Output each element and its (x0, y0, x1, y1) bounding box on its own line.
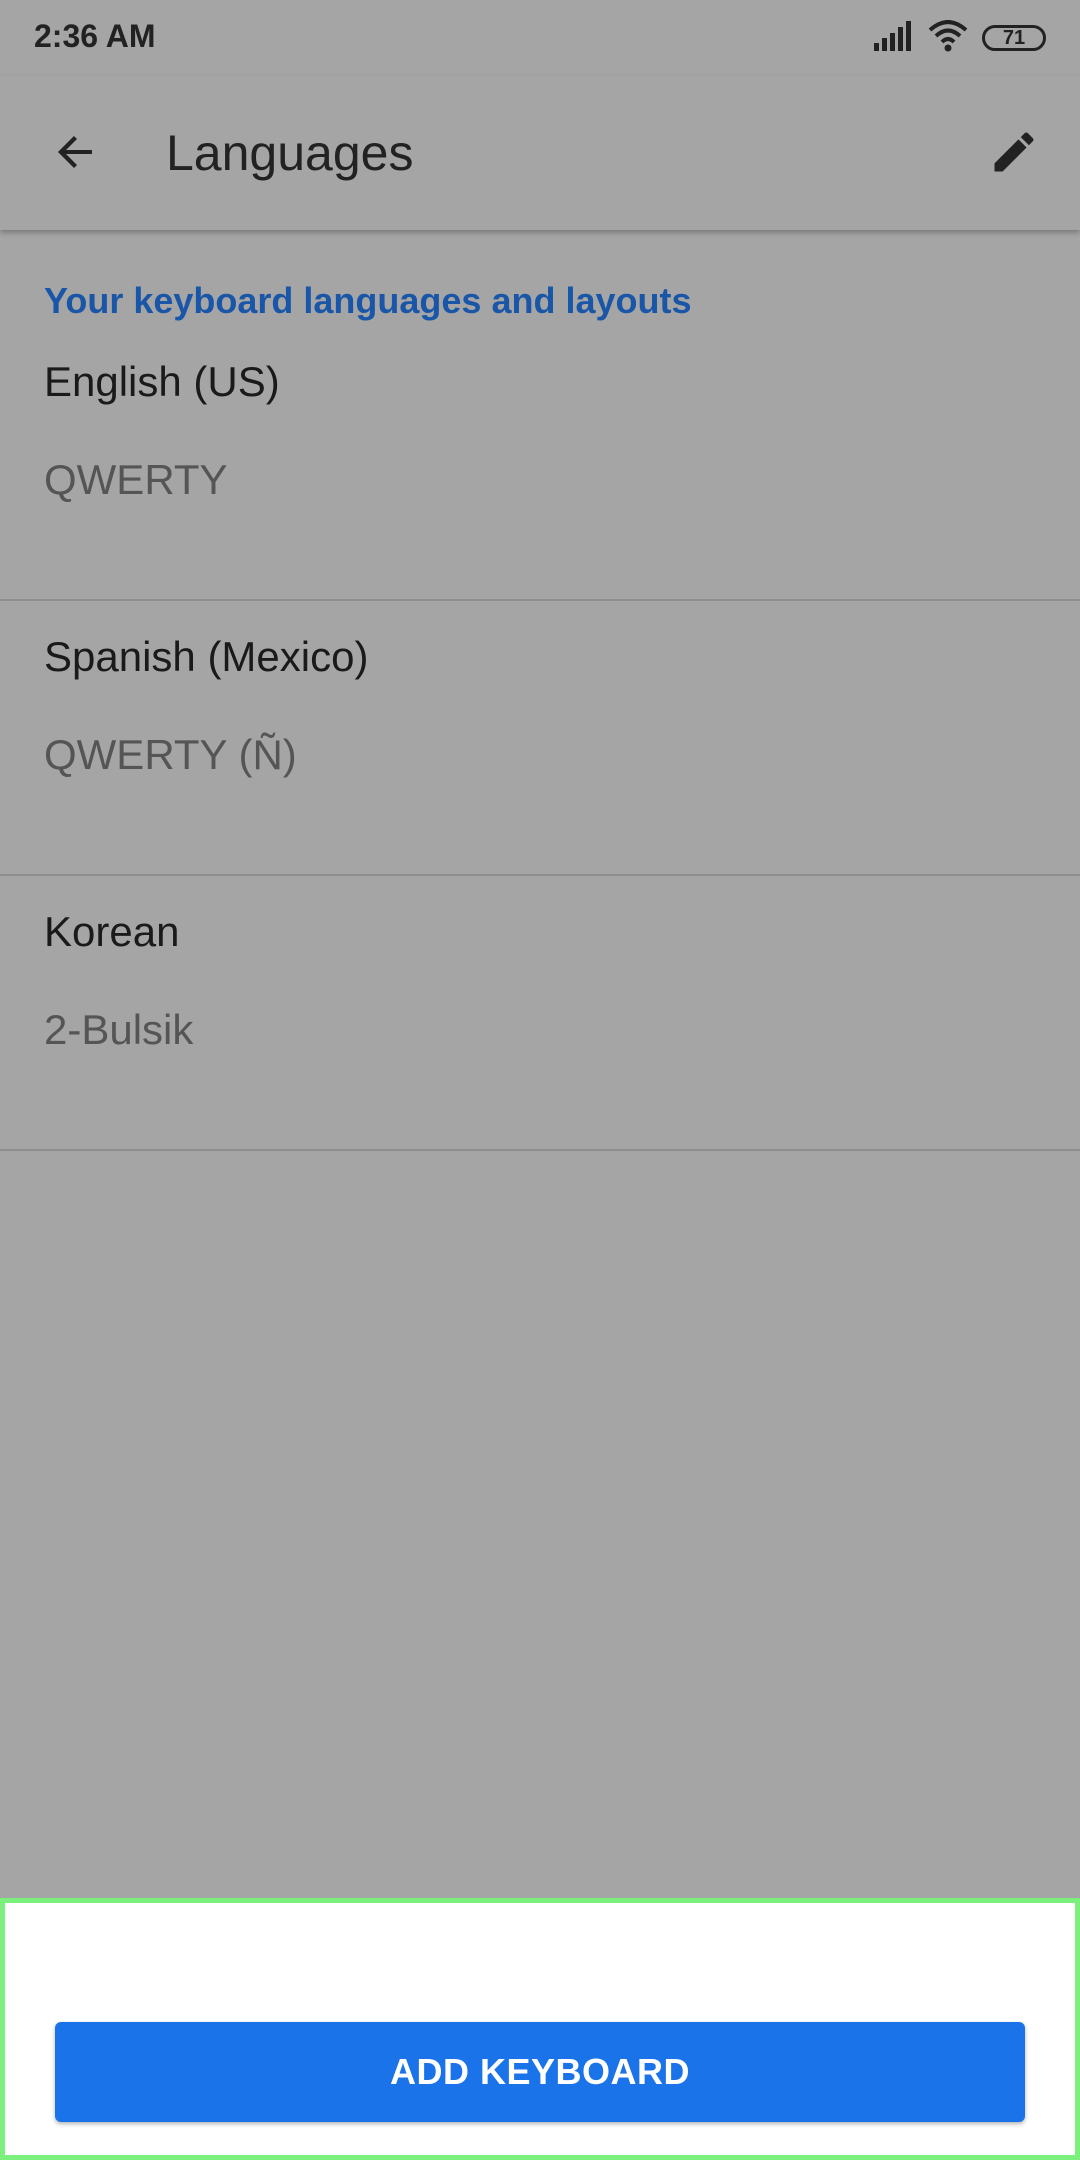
back-button[interactable] (40, 118, 112, 190)
language-name: English (US) (44, 358, 280, 405)
language-name: Korean (44, 908, 180, 955)
add-keyboard-button[interactable]: ADD KEYBOARD (55, 2022, 1025, 2122)
language-layout: QWERTY (Ñ) (44, 731, 297, 778)
bottom-action-panel: ADD KEYBOARD (0, 1898, 1080, 2160)
language-layout: 2-Bulsik (44, 1006, 194, 1053)
pencil-edit-icon (988, 126, 1040, 183)
page-title: Languages (166, 125, 414, 181)
language-name: Spanish (Mexico) (44, 633, 369, 680)
battery-level: 71 (1002, 26, 1026, 49)
status-time: 2:36 AM (34, 18, 156, 54)
language-item-english[interactable]: English (US) QWERTY (0, 326, 1080, 601)
language-item-korean[interactable]: Korean 2-Bulsik (0, 876, 1080, 1151)
status-bar: 2:36 AM 71 (0, 0, 1080, 76)
signal-icon (872, 20, 914, 56)
language-item-spanish[interactable]: Spanish (Mexico) QWERTY (Ñ) (0, 601, 1080, 876)
battery-icon: 71 (982, 25, 1046, 51)
app-bar: Languages (0, 76, 1080, 230)
language-layout: QWERTY (44, 456, 228, 503)
wifi-icon (928, 19, 968, 57)
edit-button[interactable] (978, 118, 1050, 190)
status-icons: 71 (872, 18, 1046, 58)
arrow-back-icon (52, 128, 100, 181)
section-header: Your keyboard languages and layouts (44, 280, 692, 321)
